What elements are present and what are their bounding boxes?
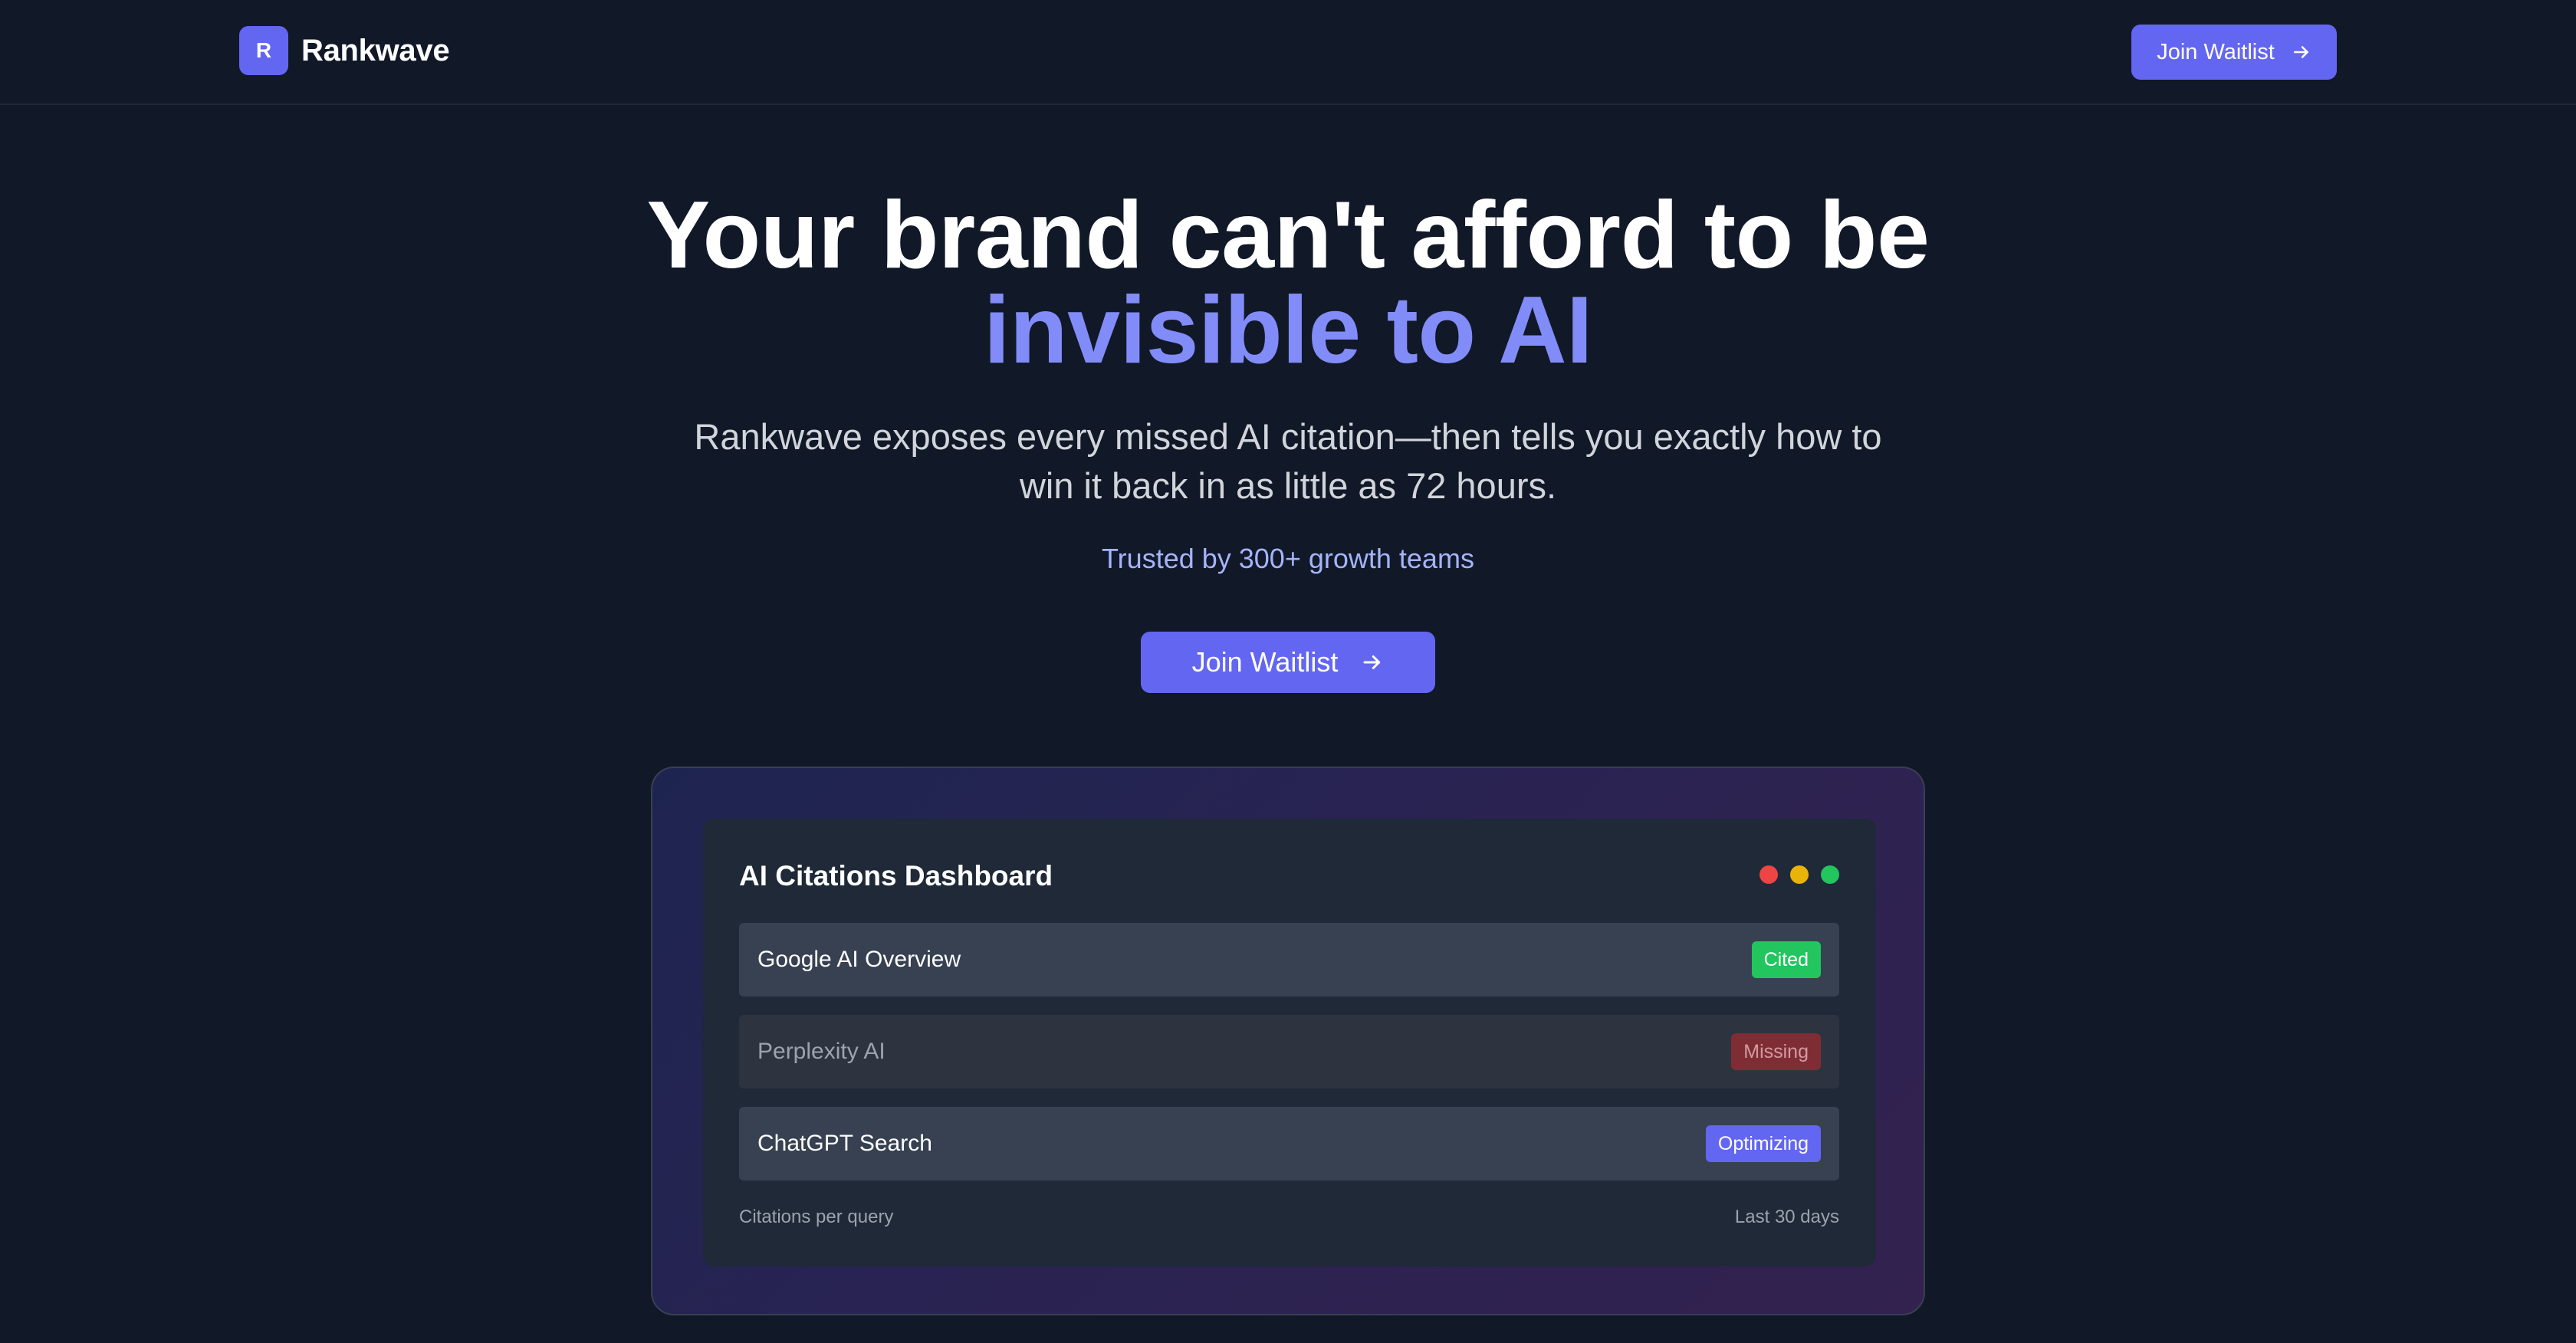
hero-title-line1: Your brand can't afford to be: [646, 182, 1930, 288]
social-proof-text: Trusted by 300+ growth teams: [1102, 543, 1474, 574]
hero-title: Your brand can't afford to be invisible …: [0, 188, 2576, 378]
status-badge: Optimizing: [1705, 1125, 1821, 1162]
list-item: Perplexity AI Missing: [739, 1015, 1839, 1089]
join-waitlist-nav-button[interactable]: Join Waitlist: [2131, 25, 2337, 80]
arrow-right-icon: [2292, 42, 2312, 62]
status-badge: Cited: [1751, 941, 1821, 978]
hero-subtitle: Rankwave exposes every missed AI citatio…: [694, 416, 1882, 506]
source-label: Google AI Overview: [757, 947, 961, 972]
status-badge: Missing: [1731, 1033, 1821, 1070]
green-dot-icon: [1821, 865, 1839, 884]
dashboard-showcase: AI Citations Dashboard Google AI Overvie…: [651, 767, 1925, 1315]
source-label: ChatGPT Search: [757, 1131, 932, 1156]
list-item: Google AI Overview Cited: [739, 923, 1839, 997]
hero-title-highlight: invisible to AI: [983, 277, 1593, 383]
dashboard-footer: Citations per query Last 30 days: [739, 1207, 1839, 1228]
dashboard-preview: AI Citations Dashboard Google AI Overvie…: [703, 819, 1876, 1266]
footer-period-label: Last 30 days: [1734, 1207, 1839, 1227]
yellow-dot-icon: [1790, 865, 1809, 884]
window-controls: [1760, 865, 1839, 884]
join-waitlist-nav-label: Join Waitlist: [2157, 39, 2275, 64]
footer-metric-label: Citations per query: [739, 1207, 894, 1227]
join-waitlist-hero-button[interactable]: Join Waitlist: [1141, 632, 1435, 693]
source-label: Perplexity AI: [757, 1039, 886, 1064]
logo-mark: R: [239, 26, 288, 75]
brand-logo[interactable]: R Rankwave: [239, 26, 450, 75]
top-nav: R Rankwave Join Waitlist: [0, 0, 2576, 105]
dashboard-title: AI Citations Dashboard: [739, 860, 1053, 892]
list-item: ChatGPT Search Optimizing: [739, 1107, 1839, 1180]
arrow-right-icon: [1361, 651, 1384, 674]
brand-name: Rankwave: [301, 33, 450, 67]
red-dot-icon: [1760, 865, 1778, 884]
join-waitlist-hero-label: Join Waitlist: [1191, 646, 1339, 678]
